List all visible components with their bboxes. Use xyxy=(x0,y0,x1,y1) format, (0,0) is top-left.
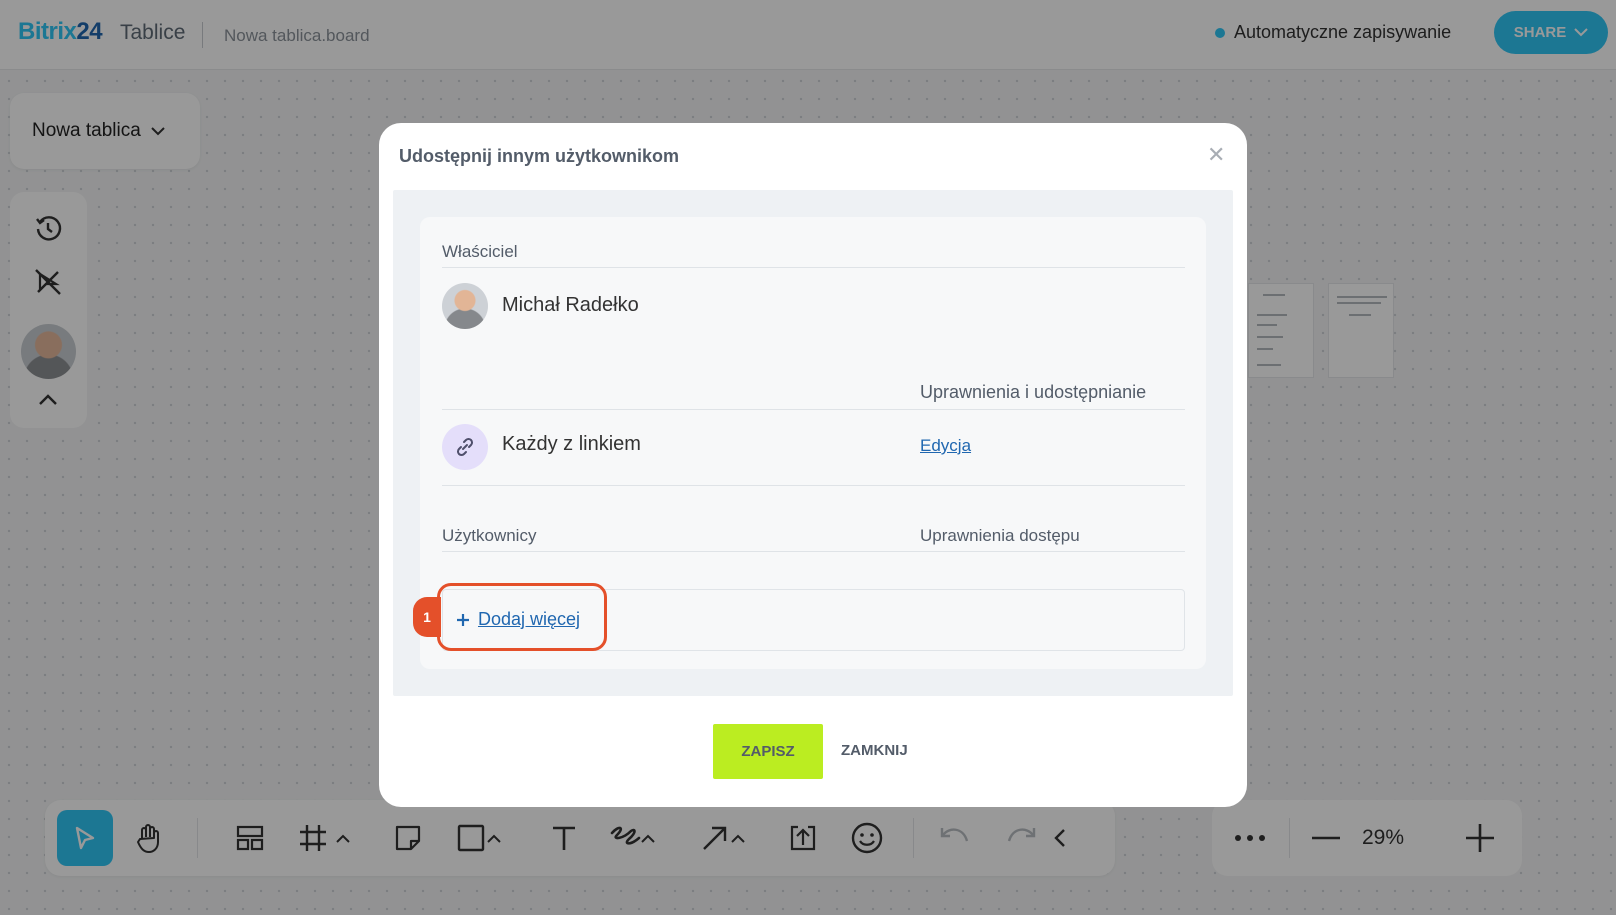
permissions-label: Uprawnienia i udostępnianie xyxy=(920,382,1147,402)
divider xyxy=(442,267,1185,268)
divider xyxy=(442,409,1185,410)
owner-name: Michał Radełko xyxy=(502,294,639,316)
users-label: Użytkownicy xyxy=(442,526,537,545)
link-avatar xyxy=(442,424,488,470)
step-badge: 1 xyxy=(413,597,441,637)
owner-label: Właściciel xyxy=(442,242,518,261)
divider xyxy=(442,485,1185,486)
close-button[interactable]: ZAMKNIJ xyxy=(841,742,908,759)
link-icon xyxy=(456,437,474,457)
owner-avatar xyxy=(442,283,488,329)
save-button[interactable]: ZAPISZ xyxy=(713,724,823,779)
link-permission-select[interactable]: Edycja xyxy=(920,436,971,456)
link-access-name: Każdy z linkiem xyxy=(502,433,641,455)
dialog-title: Udostępnij innym użytkownikom xyxy=(399,146,680,166)
share-dialog: Udostępnij innym użytkownikom ✕ Właścici… xyxy=(379,123,1247,807)
close-icon[interactable]: ✕ xyxy=(1207,142,1225,168)
highlight-box xyxy=(437,583,607,651)
access-label: Uprawnienia dostępu xyxy=(920,526,1080,545)
divider xyxy=(442,551,1185,552)
